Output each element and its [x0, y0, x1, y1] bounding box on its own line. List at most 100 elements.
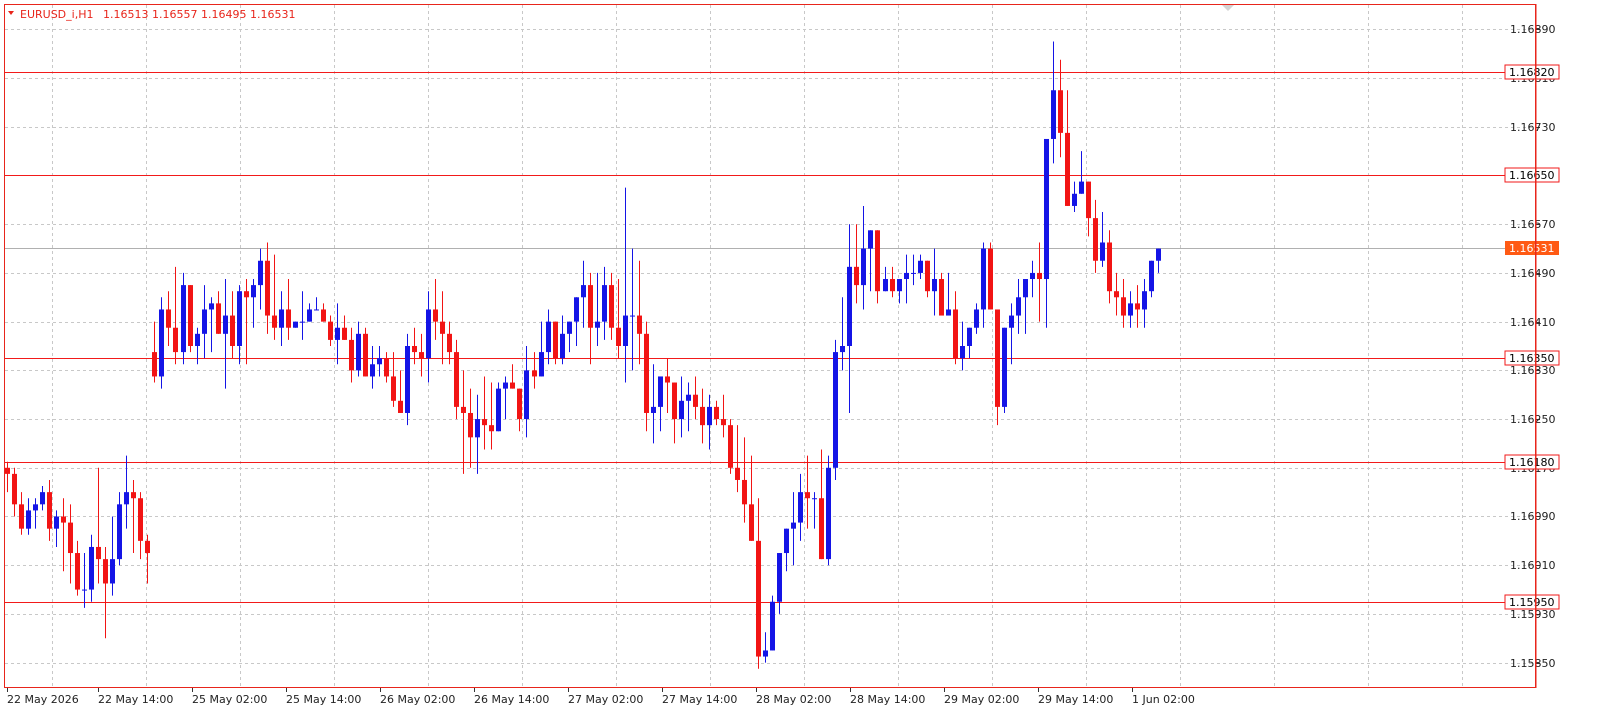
x-tick-label: 27 May 14:00 — [662, 693, 737, 706]
level-price-label[interactable]: 1.16650 — [1504, 167, 1560, 183]
candle-body — [1142, 291, 1147, 310]
candle-body — [384, 358, 389, 377]
candle — [574, 297, 579, 346]
candle-body — [833, 352, 838, 468]
candle — [1135, 285, 1140, 328]
candle — [546, 309, 551, 365]
candle — [335, 303, 340, 365]
candle — [181, 272, 186, 365]
level-price-label[interactable]: 1.16350 — [1504, 350, 1560, 366]
candle-body — [230, 315, 235, 346]
candle — [1072, 181, 1077, 213]
x-tick-label: 26 May 14:00 — [474, 693, 549, 706]
candle — [1044, 138, 1049, 328]
candle-body — [314, 309, 319, 311]
candle — [524, 346, 529, 438]
candle-body — [54, 516, 59, 529]
level-price-label[interactable]: 1.15950 — [1504, 594, 1560, 610]
candle — [1079, 151, 1084, 194]
candle — [188, 285, 193, 353]
candle-body — [496, 388, 501, 432]
candle — [1065, 90, 1070, 206]
candle — [61, 498, 66, 572]
candle-body — [644, 333, 649, 413]
candle-body — [286, 309, 291, 328]
candle — [89, 534, 94, 602]
candle — [904, 254, 909, 304]
candle — [658, 376, 663, 432]
time-axis[interactable]: 22 May 2026 22 May 14:00 25 May 02:00 25 Ma… — [7, 688, 1195, 706]
candle — [763, 632, 768, 663]
candle — [468, 388, 473, 468]
candle — [974, 303, 979, 334]
candle-body — [665, 376, 670, 383]
candle — [686, 382, 691, 432]
candle — [440, 291, 445, 365]
candle — [426, 291, 431, 383]
candle — [12, 467, 17, 517]
candle-body — [33, 504, 38, 511]
candle-body — [356, 333, 361, 371]
price-axis[interactable]: 1.168901.168101.167301.166501.165701.164… — [1504, 23, 1560, 670]
candle — [1016, 279, 1021, 334]
candle-body — [904, 272, 909, 280]
candle — [349, 327, 354, 383]
dropdown-triangle-icon[interactable] — [8, 11, 14, 15]
x-tick-label: 25 May 02:00 — [192, 693, 267, 706]
candle — [539, 321, 544, 377]
price-chart[interactable]: 1.168901.168101.167301.166501.165701.164… — [0, 0, 1601, 713]
current-price-label: 1.16531 — [1505, 241, 1559, 255]
candle-body — [1023, 279, 1028, 298]
candle-body — [637, 315, 642, 334]
candle-body — [567, 321, 572, 334]
candle — [840, 297, 845, 371]
candle-body — [911, 272, 916, 274]
candle — [791, 492, 796, 566]
candle-body — [412, 346, 417, 353]
candle — [932, 248, 937, 316]
candle-body — [805, 492, 810, 499]
candle — [854, 224, 859, 304]
candle — [847, 224, 852, 413]
y-tick-label: 1.16410 — [1510, 316, 1556, 329]
candle — [602, 266, 607, 340]
x-tick-label: 27 May 02:00 — [568, 693, 643, 706]
candle-body — [847, 266, 852, 346]
candle-body — [861, 248, 866, 286]
candle-body — [939, 279, 944, 316]
candle — [75, 540, 80, 596]
candle-body — [433, 309, 438, 322]
candle-body — [524, 370, 529, 420]
candle — [391, 352, 396, 407]
shift-marker-icon[interactable] — [1222, 5, 1234, 11]
candle-body — [686, 394, 691, 401]
candle-body — [166, 309, 171, 328]
candle-body — [609, 285, 614, 328]
candle-body — [1065, 132, 1070, 206]
candle-body — [749, 504, 754, 541]
candle-body — [897, 279, 902, 292]
candle — [47, 479, 52, 541]
candle-body — [1121, 297, 1126, 316]
candle — [384, 352, 389, 383]
candle — [166, 291, 171, 346]
y-tick-label: 1.16730 — [1510, 121, 1556, 134]
candle — [461, 370, 466, 474]
candle — [1114, 272, 1119, 316]
level-price-label[interactable]: 1.16820 — [1504, 64, 1560, 80]
candle — [40, 486, 45, 511]
candle-body — [237, 291, 242, 346]
candle-body — [925, 260, 930, 292]
candle — [826, 455, 831, 566]
candle — [202, 285, 207, 359]
candle — [890, 266, 895, 298]
candle-body — [553, 321, 558, 359]
candle-body — [539, 352, 544, 377]
level-price-label[interactable]: 1.16180 — [1504, 454, 1560, 470]
candle — [1030, 260, 1035, 298]
chart-window[interactable]: 1.168901.168101.167301.166501.165701.164… — [0, 0, 1601, 713]
candle-body — [405, 346, 410, 413]
candle-body — [918, 260, 923, 273]
candle-body — [5, 467, 10, 474]
candle — [1100, 212, 1105, 267]
